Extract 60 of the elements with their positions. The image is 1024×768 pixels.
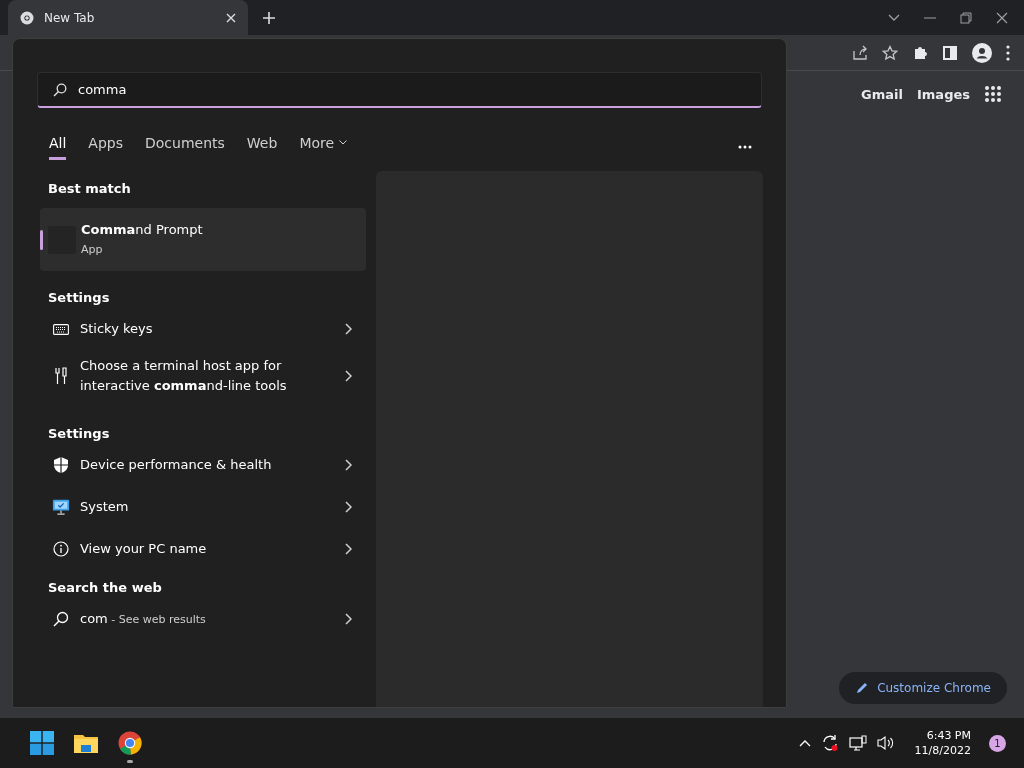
chevron-right-icon (344, 370, 352, 382)
info-icon (53, 541, 69, 557)
search-result[interactable]: com - See web results (40, 598, 366, 640)
plus-icon (262, 11, 276, 25)
filter-tab[interactable]: More (299, 134, 348, 160)
tab-title: New Tab (44, 10, 96, 25)
filter-tab[interactable]: Apps (88, 134, 123, 160)
close-icon[interactable] (996, 11, 1008, 24)
header-link[interactable]: Images (917, 86, 970, 102)
chevron-down-icon[interactable] (888, 13, 900, 22)
section-heading: Settings (47, 289, 111, 307)
search-result[interactable]: System (40, 486, 366, 528)
minimize-icon[interactable] (924, 16, 936, 19)
speaker-icon[interactable] (876, 735, 895, 751)
chevron-right-icon (344, 459, 352, 471)
chevron-up-icon[interactable] (798, 739, 811, 747)
section-heading: Search the web (47, 579, 163, 597)
chevron-right-icon (344, 613, 352, 625)
browser-tab[interactable]: New Tab (8, 0, 248, 35)
chrome-logo-icon (118, 731, 142, 755)
notification-badge[interactable]: 1 (989, 734, 1006, 752)
chevron-right-icon (344, 323, 352, 335)
folder-icon (73, 732, 99, 754)
restore-icon[interactable] (960, 11, 972, 24)
share-icon[interactable] (852, 44, 868, 61)
customize-chrome-button[interactable]: Customize Chrome (839, 672, 1007, 704)
search-field[interactable]: comma (37, 72, 762, 108)
chevron-right-icon (344, 543, 352, 555)
shield-icon (53, 456, 69, 474)
profile-icon[interactable] (972, 42, 992, 63)
tools-icon (54, 367, 68, 385)
puzzle-icon[interactable] (912, 44, 928, 61)
more-vertical-icon[interactable] (1006, 44, 1010, 61)
filter-tab[interactable]: Documents (145, 134, 225, 160)
search-result[interactable]: Choose a terminal host app for interactive command-line tools (40, 350, 366, 402)
star-icon[interactable] (882, 44, 898, 61)
keyboard-icon (53, 323, 69, 335)
search-icon (53, 611, 69, 627)
monitor-icon (52, 498, 70, 516)
side-panel-icon[interactable] (942, 44, 958, 61)
chevron-right-icon (344, 501, 352, 513)
network-icon[interactable] (848, 735, 867, 751)
search-result[interactable]: Device performance & health (40, 444, 366, 486)
caret-icon (339, 140, 348, 145)
search-result[interactable]: Command Prompt App (40, 208, 366, 271)
filter-tab[interactable]: All (49, 134, 67, 160)
pencil-icon (855, 681, 870, 695)
windows-logo-icon (30, 731, 54, 755)
section-heading: Best match (47, 180, 132, 198)
sync-icon[interactable] (820, 734, 839, 752)
clock[interactable]: 6:43 PM 11/8/2022 (914, 728, 971, 758)
section-heading: Settings (47, 425, 111, 443)
filter-tab[interactable]: Web (246, 134, 278, 160)
apps-grid-icon[interactable] (984, 85, 1002, 103)
header-link[interactable]: Gmail (861, 86, 903, 102)
globe-icon (20, 10, 34, 25)
more-options-icon[interactable] (738, 145, 752, 149)
search-result[interactable]: View your PC name (40, 528, 366, 570)
new-tab-button[interactable] (260, 9, 278, 27)
search-result[interactable]: Sticky keys (40, 308, 366, 350)
